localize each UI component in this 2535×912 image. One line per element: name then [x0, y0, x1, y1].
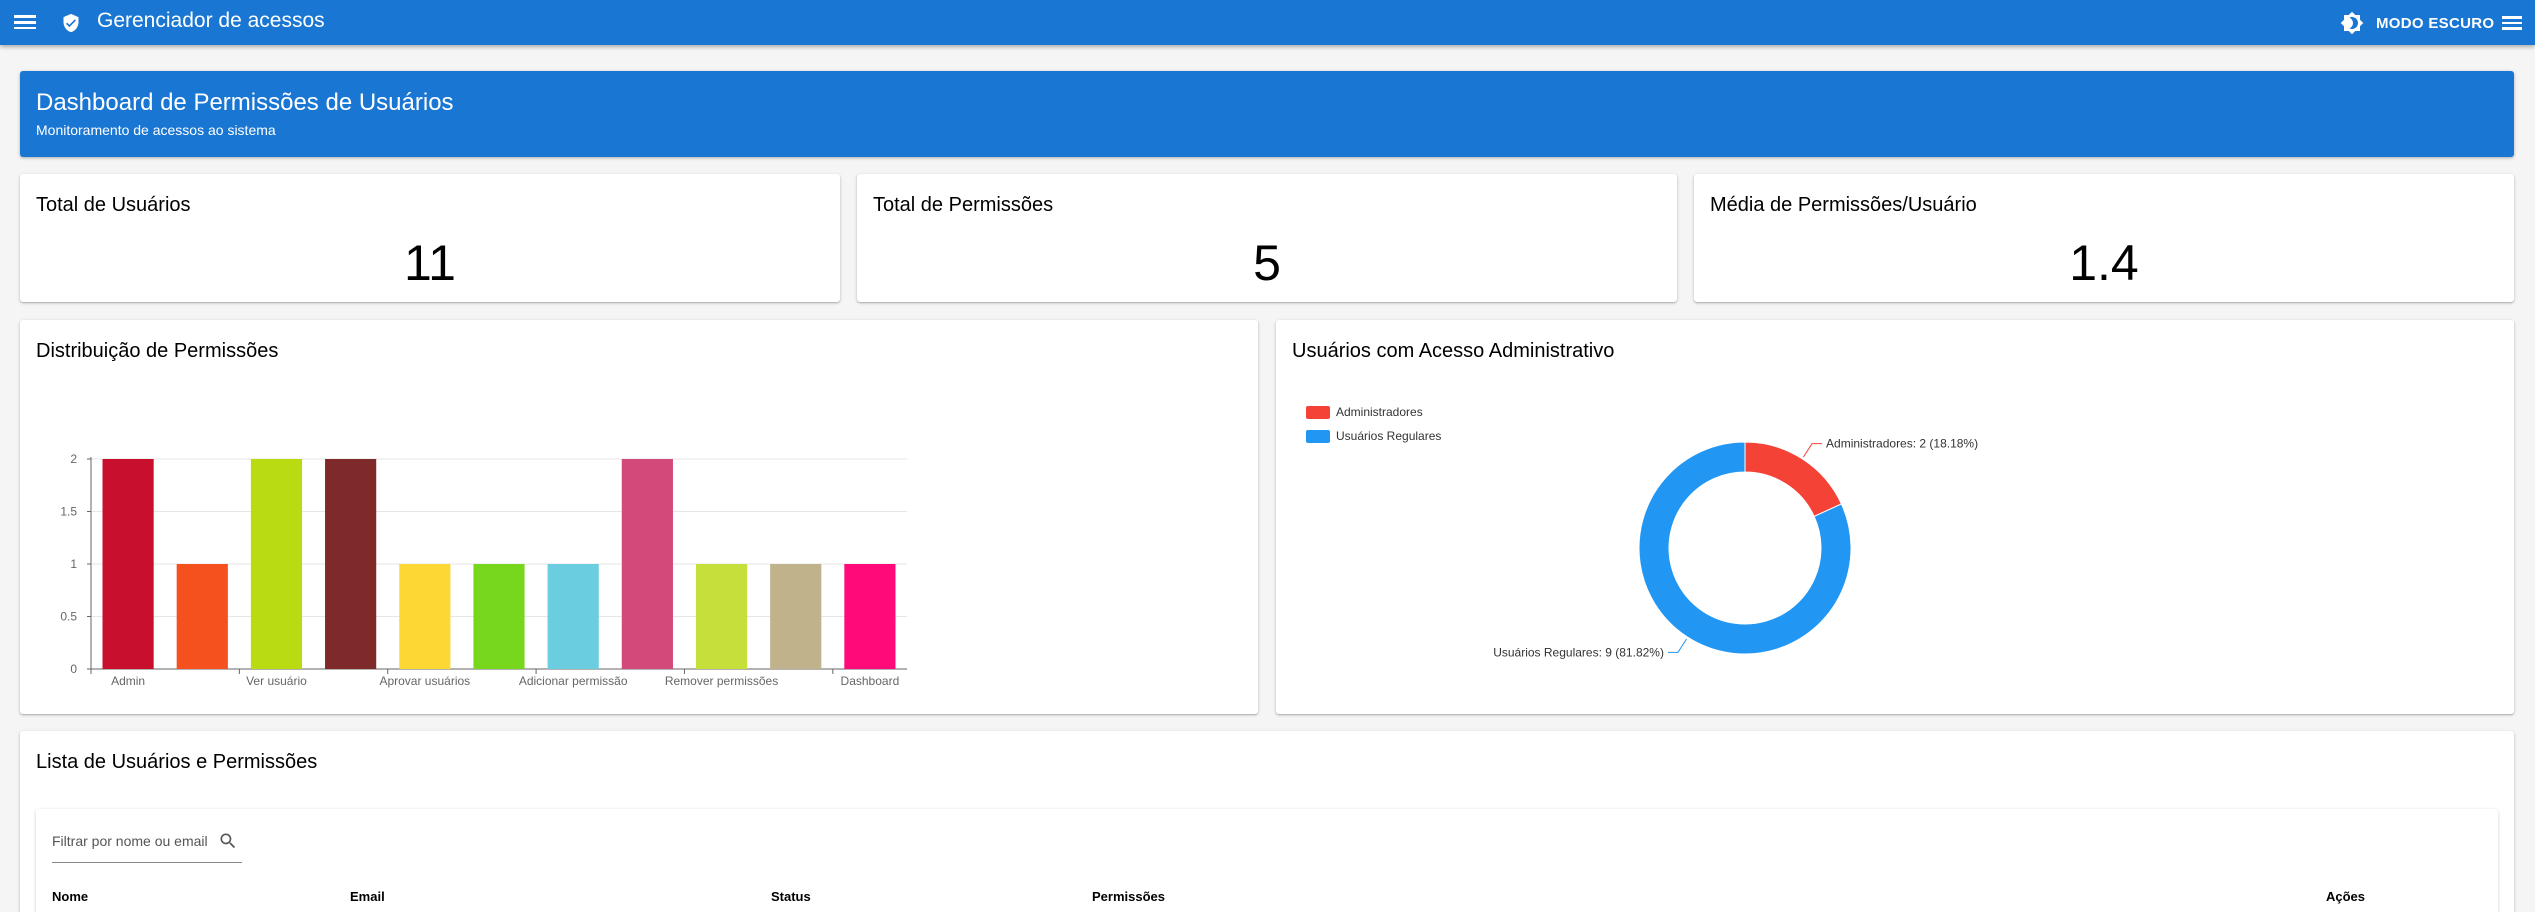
bar: [250, 459, 303, 669]
app-bar: Gerenciador de acessos MODO ESCURO: [0, 0, 2535, 45]
filter-field[interactable]: [52, 827, 242, 863]
x-tick-label: Dashboard: [841, 674, 900, 688]
x-tick-label: Admin: [111, 674, 145, 688]
legend-label: Usuários Regulares: [1336, 429, 1442, 443]
bar: [547, 564, 599, 669]
stat-value: 1.4: [2069, 235, 2139, 291]
bar: [399, 564, 451, 669]
permission-distribution-card: Distribuição de Permissões 0 0.5 1 1.5 2 Admi…: [20, 320, 1258, 714]
legend-item[interactable]: Administradores: [1306, 400, 1441, 424]
column-header-actions[interactable]: Ações: [2326, 889, 2365, 904]
legend-swatch: [1306, 405, 1330, 419]
label-leader-line: [1667, 638, 1688, 653]
x-tick-label: Ver usuário: [246, 674, 307, 688]
shield-icon: [63, 13, 79, 33]
stat-value: 5: [1253, 235, 1281, 291]
stat-label: Total de Permissões: [873, 194, 1054, 216]
donut-slice: [1638, 441, 1852, 655]
bar: [473, 564, 525, 669]
y-tick-label: 0.5: [60, 610, 77, 624]
bar: [621, 459, 673, 669]
y-tick-label: 2: [70, 452, 77, 466]
chart-legend: Administradores Usuários Regulares: [1306, 400, 1441, 448]
label-leader-line: [1802, 443, 1823, 458]
column-header-permissions[interactable]: Permissões: [1092, 889, 1165, 904]
dark-mode-button[interactable]: MODO ESCURO: [2340, 10, 2494, 36]
donut-chart: Administradores: 2 (18.18%) Usuários Regu…: [1493, 437, 1978, 660]
y-tick-label: 0: [70, 662, 77, 676]
stat-label: Média de Permissões/Usuário: [1710, 194, 1977, 216]
search-icon[interactable]: [218, 831, 238, 851]
x-tick-label: Aprovar usuários: [379, 674, 470, 688]
column-header-name[interactable]: Nome: [52, 889, 88, 904]
stat-card-total-permissions: Total de Permissões 5: [857, 174, 1677, 302]
page-subtitle: Monitoramento de acessos ao sistema: [36, 122, 276, 138]
app-title: Gerenciador de acessos: [97, 9, 325, 32]
legend-item[interactable]: Usuários Regulares: [1306, 424, 1441, 448]
stat-card-total-users: Total de Usuários 11: [20, 174, 840, 302]
user-list-card: Lista de Usuários e Permissões Nome Emai…: [20, 731, 2514, 912]
brightness-icon: [2340, 11, 2364, 35]
filter-input[interactable]: [52, 833, 212, 849]
admin-access-card: Usuários com Acesso Administrativo Admin…: [1276, 320, 2514, 714]
stat-card-average-permissions: Média de Permissões/Usuário 1.4: [1694, 174, 2514, 302]
slice-label: Administradores: 2 (18.18%): [1826, 437, 1978, 451]
column-header-status[interactable]: Status: [771, 889, 811, 904]
dashboard-banner: Dashboard de Permissões de Usuários Moni…: [20, 71, 2514, 157]
page-title: Dashboard de Permissões de Usuários: [36, 89, 454, 116]
user-table: Nome Email Status Permissões Ações: [36, 809, 2498, 912]
table-header: Nome Email Status Permissões Ações: [36, 882, 2498, 912]
dark-mode-label: MODO ESCURO: [2376, 14, 2495, 32]
bar: [844, 564, 896, 669]
bar-chart: 0 0.5 1 1.5 2 Admin Ver usuário Aprovar usuário…: [60, 452, 907, 688]
more-menu-icon[interactable]: [2502, 13, 2522, 33]
legend-swatch: [1306, 429, 1330, 443]
column-header-email[interactable]: Email: [350, 889, 385, 904]
card-title: Lista de Usuários e Permissões: [36, 751, 318, 773]
bar: [325, 459, 377, 669]
card-title: Usuários com Acesso Administrativo: [1292, 340, 1615, 362]
legend-label: Administradores: [1336, 405, 1423, 419]
bar: [176, 564, 228, 669]
bar: [695, 564, 748, 669]
slice-label: Usuários Regulares: 9 (81.82%): [1493, 645, 1664, 659]
x-tick-label: Remover permissões: [665, 674, 778, 688]
y-tick-label: 1: [70, 557, 77, 571]
y-tick-label: 1.5: [60, 505, 77, 519]
donut-slice: [1744, 441, 1843, 518]
bar: [770, 564, 822, 669]
stat-value: 11: [404, 235, 456, 291]
stat-label: Total de Usuários: [36, 194, 191, 216]
bar: [102, 459, 154, 669]
menu-icon[interactable]: [14, 12, 36, 32]
x-tick-label: Adicionar permissão: [519, 674, 628, 688]
